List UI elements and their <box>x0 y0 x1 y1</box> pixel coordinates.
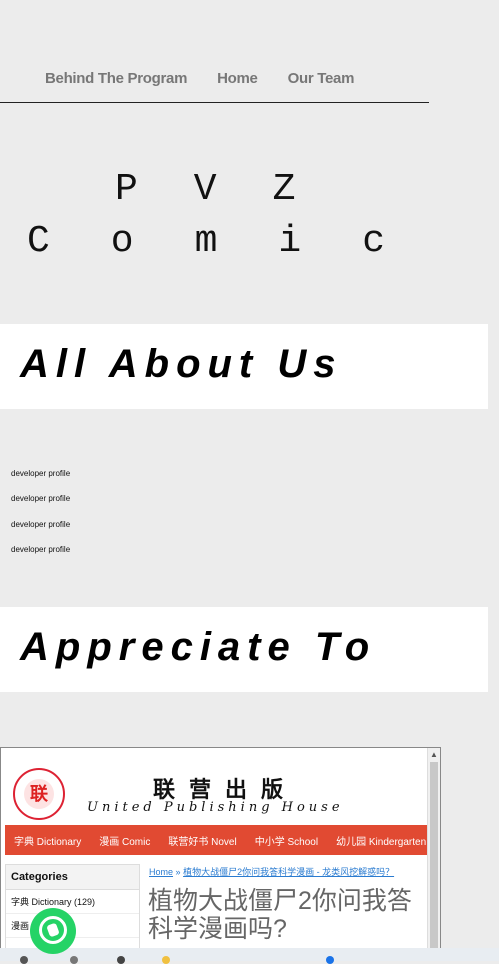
category-item[interactable]: 字典 Dictionary (129) <box>6 890 139 914</box>
hero-line-2: Comic <box>27 220 447 263</box>
publisher-logo: 联 <box>13 768 65 820</box>
developer-profile-link[interactable]: developer profile <box>11 520 70 545</box>
hero-line-1: PVZ <box>115 168 352 211</box>
categories-heading: Categories <box>6 865 139 890</box>
menu-item-kindergarten[interactable]: 幼儿园 Kindergarten <box>327 833 435 848</box>
article-title: 植物大战僵尸2你问我答科学漫画吗? <box>148 887 412 943</box>
about-heading: All About Us <box>20 342 343 386</box>
appreciate-section-header: Appreciate To <box>0 607 488 692</box>
breadcrumb-current[interactable]: 植物大战僵尸2你问我答科学漫画 - 龙类风挖解惑吗？ <box>183 867 394 877</box>
menu-item-comic[interactable]: 漫画 Comic <box>90 833 159 848</box>
taskbar-icon[interactable] <box>326 956 334 964</box>
menu-item-school[interactable]: 中小学 School <box>246 833 327 848</box>
menu-item-novel[interactable]: 联营好书 Novel <box>159 833 245 848</box>
breadcrumb: Home » 植物大战僵尸2你问我答科学漫画 - 龙类风挖解惑吗？ <box>149 865 394 878</box>
taskbar <box>0 948 499 964</box>
site-menu: 字典 Dictionary 漫画 Comic 联营好书 Novel 中小学 Sc… <box>5 825 430 855</box>
nav-our-team[interactable]: Our Team <box>288 70 355 87</box>
taskbar-icon[interactable] <box>20 956 28 964</box>
taskbar-icon[interactable] <box>117 956 125 964</box>
scroll-thumb[interactable] <box>430 762 438 952</box>
frame-scrollbar[interactable]: ▲ <box>427 748 440 960</box>
appreciate-heading: Appreciate To <box>20 625 377 669</box>
profile-list: developer profile developer profile deve… <box>11 469 70 570</box>
logo-mark-icon: 联 <box>24 779 54 809</box>
taskbar-icon[interactable] <box>70 956 78 964</box>
publisher-name-en: United Publishing House <box>87 800 344 815</box>
whatsapp-button[interactable] <box>30 908 76 954</box>
whatsapp-icon <box>39 916 67 944</box>
developer-profile-link[interactable]: developer profile <box>11 545 70 570</box>
top-nav: Behind The Program Home Our Team <box>45 70 354 87</box>
developer-profile-link[interactable]: developer profile <box>11 494 70 519</box>
developer-profile-link[interactable]: developer profile <box>11 469 70 494</box>
taskbar-icon[interactable] <box>162 956 170 964</box>
nav-divider <box>0 102 429 103</box>
categories-panel: Categories 字典 Dictionary (129) 漫画 ... (4… <box>5 864 140 960</box>
breadcrumb-separator: » <box>175 867 181 877</box>
nav-behind-the-program[interactable]: Behind The Program <box>45 70 187 87</box>
about-section-header: All About Us <box>0 324 488 409</box>
breadcrumb-home[interactable]: Home <box>149 867 173 877</box>
nav-home[interactable]: Home <box>217 70 258 87</box>
menu-item-dictionary[interactable]: 字典 Dictionary <box>5 833 90 848</box>
scroll-up-icon[interactable]: ▲ <box>430 750 438 759</box>
